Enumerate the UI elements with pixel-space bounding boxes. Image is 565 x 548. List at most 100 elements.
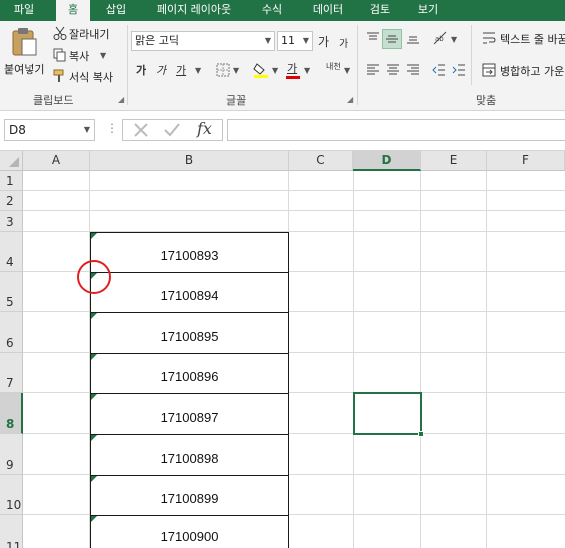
merge-center-button[interactable]: 병합하고 가운데 xyxy=(500,63,565,79)
format-painter-button[interactable]: 서식 복사 xyxy=(69,69,113,85)
row-header-4[interactable]: 4 xyxy=(0,232,23,272)
row-header-label: 7 xyxy=(6,376,14,390)
align-right-icon[interactable] xyxy=(406,63,420,77)
select-all-icon xyxy=(9,157,19,167)
paste-label: 붙여넣기 xyxy=(4,63,45,76)
font-shrink-button[interactable]: 가 xyxy=(339,35,348,50)
error-indicator-icon[interactable] xyxy=(91,516,97,522)
row-header-label: 9 xyxy=(6,458,14,472)
align-middle-button[interactable] xyxy=(382,29,402,49)
increase-indent-icon[interactable] xyxy=(452,63,466,77)
cell-b7[interactable]: 17100896 xyxy=(90,353,289,394)
wrap-text-icon xyxy=(483,32,496,44)
cell-b4[interactable]: 17100893 xyxy=(90,232,289,273)
fill-handle[interactable] xyxy=(418,431,424,437)
cell-b6[interactable]: 17100895 xyxy=(90,312,289,354)
cell-b5[interactable]: 17100894 xyxy=(90,272,289,313)
orientation-dropdown-icon[interactable]: ▼ xyxy=(451,35,457,44)
format-painter-icon xyxy=(53,69,64,82)
phonetic-button[interactable]: 내천 xyxy=(326,61,341,72)
tab-formulas[interactable]: 수식 xyxy=(252,0,292,21)
row-header-2[interactable]: 2 xyxy=(0,191,23,211)
align-center-icon[interactable] xyxy=(386,63,400,77)
error-indicator-icon[interactable] xyxy=(91,313,97,319)
column-header-f[interactable]: F xyxy=(487,151,565,171)
active-cell-d8[interactable] xyxy=(353,392,424,437)
font-size-select[interactable]: 11 ▼ xyxy=(277,31,313,51)
orientation-icon[interactable]: ab xyxy=(432,30,448,46)
cell-b9[interactable]: 17100898 xyxy=(90,434,289,476)
border-dropdown-icon[interactable]: ▼ xyxy=(233,66,239,75)
row-header-5[interactable]: 5 xyxy=(0,272,23,312)
formula-bar: D8 ▼ ⋮ fx xyxy=(0,111,565,151)
cell-b8[interactable]: 17100897 xyxy=(90,393,289,435)
row-header-6[interactable]: 6 xyxy=(0,312,23,353)
enter-check-icon[interactable] xyxy=(163,122,181,138)
tab-home[interactable]: 홈 xyxy=(56,0,90,22)
gridline xyxy=(486,171,487,548)
chevron-down-icon: ▼ xyxy=(302,36,309,45)
fill-color-icon[interactable] xyxy=(253,62,269,78)
name-box[interactable]: D8 ▼ xyxy=(4,119,95,141)
column-header-c[interactable]: C xyxy=(289,151,353,171)
copy-dropdown-icon[interactable]: ▼ xyxy=(100,51,106,60)
column-header-d[interactable]: D xyxy=(353,151,421,171)
tab-insert[interactable]: 삽입 xyxy=(96,0,136,21)
error-indicator-icon[interactable] xyxy=(91,394,97,400)
tab-file[interactable]: 파일 xyxy=(0,0,48,21)
chevron-down-icon: ▼ xyxy=(83,125,90,134)
align-left-icon[interactable] xyxy=(366,63,380,77)
select-all-button[interactable] xyxy=(0,151,23,171)
align-top-icon[interactable] xyxy=(366,31,380,45)
font-size-value: 11 xyxy=(281,34,295,47)
error-indicator-icon[interactable] xyxy=(91,476,97,482)
error-indicator-icon[interactable] xyxy=(91,435,97,441)
font-launcher-icon[interactable]: ◢ xyxy=(347,95,353,104)
cut-button[interactable]: 잘라내기 xyxy=(69,26,109,42)
row-header-3[interactable]: 3 xyxy=(0,211,23,232)
tab-view[interactable]: 보기 xyxy=(406,0,450,21)
underline-button[interactable]: 가 xyxy=(176,62,186,78)
row-header-7[interactable]: 7 xyxy=(0,353,23,393)
cell-b11[interactable]: 17100900 xyxy=(90,515,289,548)
font-color-button[interactable]: 가 xyxy=(287,60,297,76)
error-indicator-icon[interactable] xyxy=(91,233,97,239)
clipboard-launcher-icon[interactable]: ◢ xyxy=(118,95,124,104)
gridline xyxy=(23,190,565,191)
cell-b10[interactable]: 17100899 xyxy=(90,475,289,516)
tab-review[interactable]: 검토 xyxy=(358,0,402,21)
column-header-b[interactable]: B xyxy=(90,151,289,171)
bold-button[interactable]: 가 xyxy=(136,62,146,78)
border-icon[interactable] xyxy=(216,63,230,77)
cancel-icon[interactable] xyxy=(133,122,149,138)
font-color-dropdown-icon[interactable]: ▼ xyxy=(304,66,310,75)
more-options-icon[interactable]: ⋮ xyxy=(106,121,118,135)
formula-input[interactable] xyxy=(227,119,565,141)
column-header-e[interactable]: E xyxy=(421,151,487,171)
column-header-a[interactable]: A xyxy=(23,151,90,171)
row-header-9[interactable]: 9 xyxy=(0,434,23,475)
row-header-8[interactable]: 8 xyxy=(0,393,23,434)
copy-button[interactable]: 복사 xyxy=(69,48,89,64)
font-name-select[interactable]: 맑은 고딕 ▼ xyxy=(131,31,275,51)
tab-page-layout[interactable]: 페이지 레이아웃 xyxy=(144,0,244,21)
row-header-1[interactable]: 1 xyxy=(0,171,23,191)
font-grow-button[interactable]: 가 xyxy=(318,33,329,50)
underline-dropdown-icon[interactable]: ▼ xyxy=(195,66,201,75)
error-indicator-icon[interactable] xyxy=(91,354,97,360)
align-bottom-icon[interactable] xyxy=(406,31,420,45)
paste-button[interactable]: 붙여넣기 xyxy=(2,25,46,81)
phonetic-dropdown-icon[interactable]: ▼ xyxy=(344,66,350,75)
row-header-label: 8 xyxy=(6,417,15,431)
decrease-indent-icon[interactable] xyxy=(432,63,446,77)
row-header-10[interactable]: 10 xyxy=(0,475,23,515)
tab-data[interactable]: 데이터 xyxy=(300,0,356,21)
row-header-label: 5 xyxy=(6,295,14,309)
row-header-11[interactable]: 11 xyxy=(0,515,23,548)
fill-color-dropdown-icon[interactable]: ▼ xyxy=(272,66,278,75)
wrap-text-button[interactable]: 텍스트 줄 바꿈 xyxy=(500,31,565,47)
insert-function-button[interactable]: fx xyxy=(197,119,212,138)
row-header-label: 10 xyxy=(6,498,22,512)
svg-text:ab: ab xyxy=(435,35,444,43)
italic-button[interactable]: 가 xyxy=(156,62,166,78)
